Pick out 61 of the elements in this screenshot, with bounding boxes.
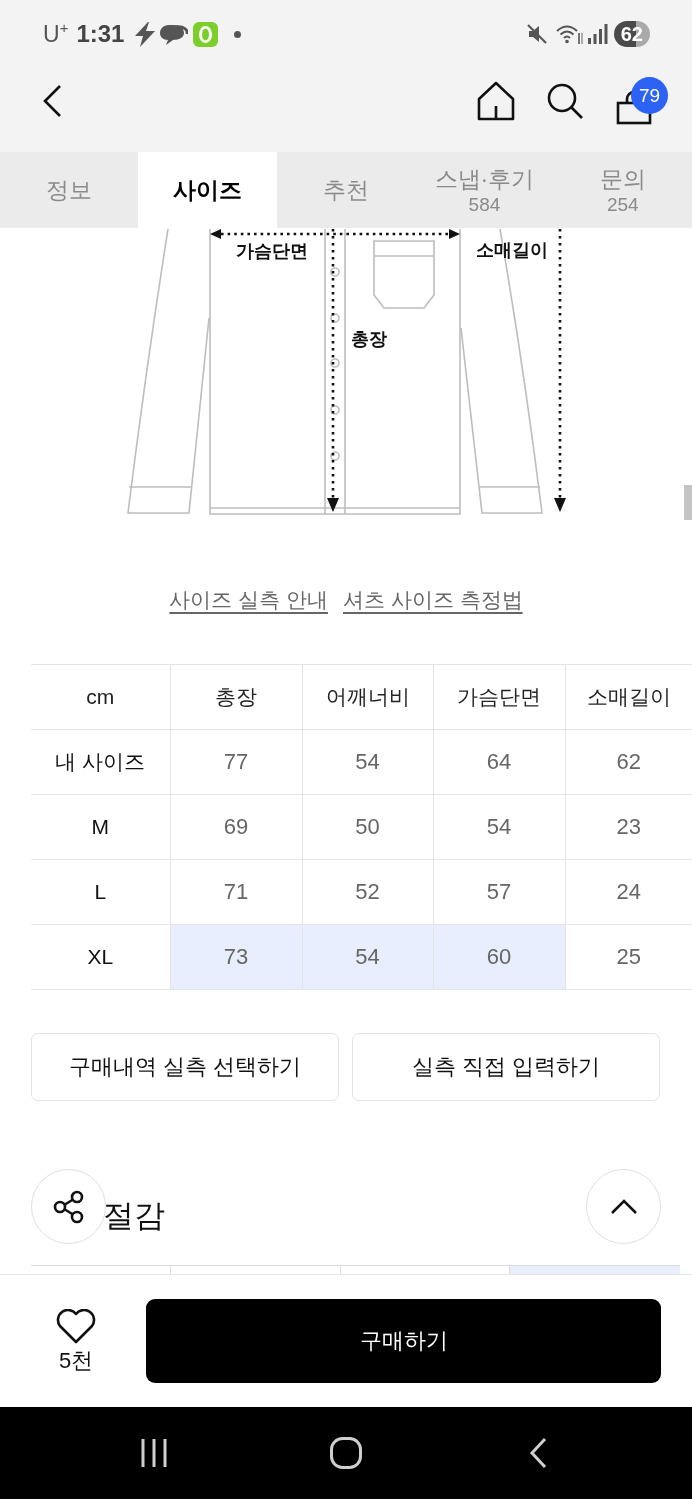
table-cell: 69 bbox=[170, 794, 302, 860]
chevron-left-icon bbox=[529, 1437, 547, 1469]
row-header: 내 사이즈 bbox=[31, 729, 170, 795]
chevron-up-icon bbox=[609, 1198, 638, 1215]
table-cell: 50 bbox=[302, 794, 433, 860]
app-icon bbox=[193, 21, 219, 47]
tab[interactable]: 문의 254 bbox=[553, 152, 692, 228]
sleeve-length-label: 소매길이 bbox=[476, 239, 548, 261]
chest-width-label: 가슴단면 bbox=[236, 240, 308, 262]
clock-time: 1:31 bbox=[76, 20, 125, 48]
row-header: M bbox=[31, 794, 170, 860]
table-cell: 60 bbox=[433, 924, 565, 990]
table-cell: 57 bbox=[433, 859, 565, 925]
heart-icon bbox=[56, 1308, 96, 1344]
table-cell: 54 bbox=[302, 924, 433, 990]
home-button[interactable] bbox=[477, 81, 515, 121]
measurement-guide-link[interactable]: 셔츠 사이즈 측정법 bbox=[343, 585, 523, 615]
table-cell: 64 bbox=[433, 729, 565, 795]
table-cell: 73 bbox=[170, 924, 302, 990]
rounded-square-icon bbox=[330, 1437, 362, 1469]
table-cell: 71 bbox=[170, 859, 302, 925]
mute-icon bbox=[525, 23, 548, 45]
total-length-label: 총장 bbox=[351, 328, 387, 350]
cart-count-badge: 79 bbox=[631, 77, 668, 114]
like-button[interactable]: 5천 bbox=[31, 1308, 121, 1374]
carrier-name: U$^{+}$ bbox=[43, 20, 69, 48]
table-cell: 77 bbox=[170, 729, 302, 795]
chat-bubble-icon bbox=[160, 23, 189, 45]
cart-button[interactable]: 79 bbox=[616, 77, 668, 125]
wifi-icon bbox=[555, 23, 583, 45]
dot-icon bbox=[234, 30, 242, 38]
lightning-bolt-icon bbox=[135, 21, 156, 47]
column-header: cm bbox=[31, 664, 170, 730]
tab[interactable]: 사이즈 bbox=[138, 152, 277, 228]
row-header: L bbox=[31, 859, 170, 925]
tab[interactable]: 정보 bbox=[0, 152, 139, 228]
tab[interactable]: 추천 bbox=[276, 152, 416, 228]
three-bars-icon bbox=[140, 1438, 168, 1468]
column-header: 가슴단면 bbox=[433, 664, 565, 730]
search-button[interactable] bbox=[546, 82, 584, 120]
share-icon bbox=[51, 1189, 86, 1224]
size-guide-link[interactable]: 사이즈 실측 안내 bbox=[169, 585, 328, 615]
select-from-purchases-button[interactable]: 구매내역 실측 선택하기 bbox=[31, 1033, 339, 1101]
column-header: 소매길이 bbox=[565, 664, 692, 730]
table-cell: 25 bbox=[565, 924, 692, 990]
table-cell: 24 bbox=[565, 859, 692, 925]
table-cell: 54 bbox=[302, 729, 433, 795]
column-header: 어깨너비 bbox=[302, 664, 433, 730]
table-cell: 23 bbox=[565, 794, 692, 860]
signal-icon bbox=[587, 24, 608, 44]
house-icon bbox=[477, 81, 515, 121]
tab[interactable]: 스냅·후기 584 bbox=[415, 152, 554, 228]
section-title: 절감 bbox=[103, 1197, 165, 1235]
table-cell: 52 bbox=[302, 859, 433, 925]
search-icon bbox=[546, 82, 584, 120]
buy-button[interactable]: 구매하기 bbox=[146, 1299, 661, 1383]
column-header: 총장 bbox=[170, 664, 302, 730]
table-cell: 62 bbox=[565, 729, 692, 795]
battery-indicator: 62 bbox=[613, 21, 650, 47]
table-cell: 54 bbox=[433, 794, 565, 860]
enter-measurements-button[interactable]: 실측 직접 입력하기 bbox=[352, 1033, 660, 1101]
